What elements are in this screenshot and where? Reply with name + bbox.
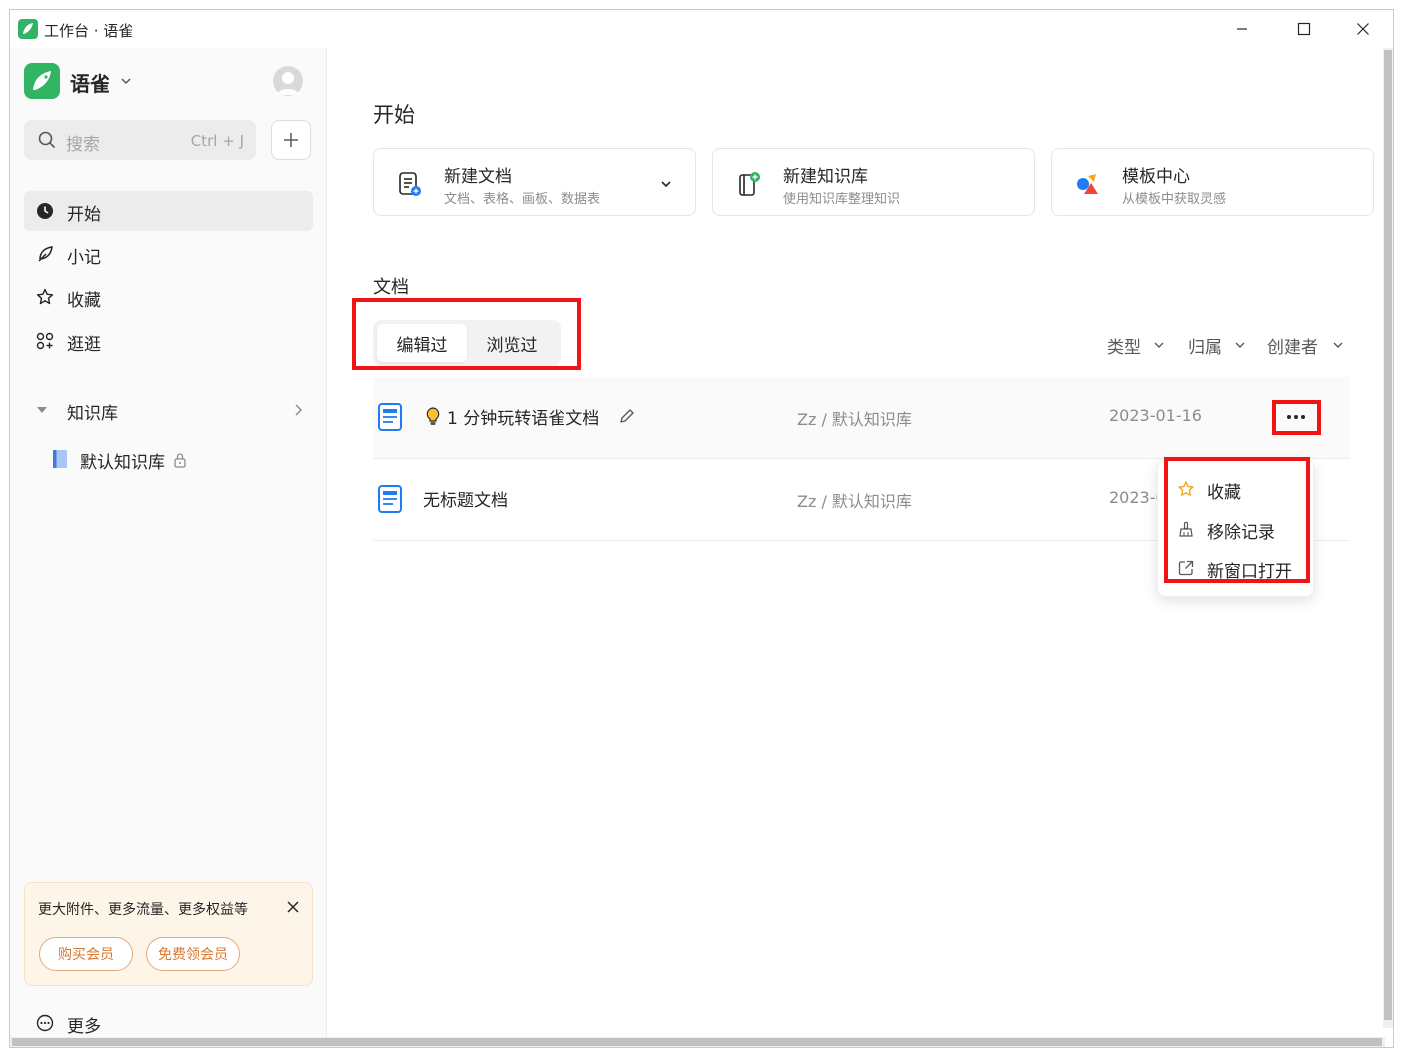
filter-label: 创建者 <box>1267 338 1318 358</box>
book-icon <box>53 450 67 468</box>
filter-type[interactable]: 类型 <box>1107 333 1164 358</box>
filter-owner[interactable]: 归属 <box>1188 333 1245 358</box>
brand-name[interactable]: 语雀 <box>70 68 110 97</box>
highlight-box-tabs <box>352 298 581 370</box>
template-icon <box>1077 174 1098 194</box>
maximize-button[interactable] <box>1275 10 1333 48</box>
chevron-down-icon[interactable] <box>119 74 133 88</box>
doc-title[interactable]: 1 分钟玩转语雀文档 <box>447 404 599 429</box>
horizontal-scrollbar[interactable] <box>10 1037 1385 1047</box>
doc-date: 2023-01-16 <box>1109 406 1202 425</box>
card-title: 新建知识库 <box>783 167 868 187</box>
chevron-down-icon <box>1333 342 1343 348</box>
filter-label: 归属 <box>1188 338 1222 358</box>
knowledge-base-header[interactable]: 知识库 <box>24 390 313 430</box>
knowledge-base-name: 默认知识库 <box>80 453 165 473</box>
doc-path: Zz / 默认知识库 <box>797 492 912 511</box>
docs-section-title: 文档 <box>373 277 409 298</box>
chevron-down-icon <box>1235 342 1245 348</box>
card-title: 新建文档 <box>444 167 512 187</box>
promo-text: 更大附件、更多流量、更多权益等 <box>38 902 248 918</box>
more-label: 更多 <box>67 1017 101 1037</box>
lightbulb-icon <box>426 407 440 425</box>
knowledge-base-item[interactable]: 默认知识库 <box>50 440 313 476</box>
card-desc: 从模板中获取灵感 <box>1122 192 1227 207</box>
maximize-icon <box>1297 22 1311 36</box>
close-icon <box>1357 23 1369 35</box>
sidebar-item-favorites[interactable]: 收藏 <box>24 277 313 317</box>
minimize-button[interactable] <box>1213 10 1271 48</box>
sidebar-item-start[interactable]: 开始 <box>24 191 313 231</box>
plus-icon <box>284 133 298 147</box>
sidebar-item-label: 逛逛 <box>67 335 101 355</box>
sidebar-item-notes[interactable]: 小记 <box>24 234 313 274</box>
pencil-icon[interactable] <box>618 408 635 425</box>
add-button[interactable] <box>271 120 311 160</box>
minimize-icon <box>1237 28 1247 30</box>
filter-creator[interactable]: 创建者 <box>1267 333 1343 358</box>
app-window: 工作台 · 语雀 语雀 搜索 Ctrl + J 开始 小记 收藏 逛逛 知识库 … <box>9 9 1394 1048</box>
search-placeholder: 搜索 <box>66 135 100 155</box>
avatar[interactable] <box>273 66 303 96</box>
chevron-right-icon[interactable] <box>291 403 305 417</box>
membership-promo: 更大附件、更多流量、更多权益等 购买会员 免费领会员 <box>24 882 313 986</box>
filter-label: 类型 <box>1107 338 1141 358</box>
new-doc-card[interactable]: 新建文档 文档、表格、画板、数据表 <box>373 148 696 216</box>
more-circle-icon <box>36 1014 54 1032</box>
scrollbar-thumb[interactable] <box>12 1038 1382 1046</box>
card-desc: 使用知识库整理知识 <box>783 192 901 207</box>
doc-title[interactable]: 无标题文档 <box>423 486 508 511</box>
feather-icon <box>38 246 53 262</box>
highlight-box-menu <box>1164 457 1310 583</box>
sidebar-item-label: 小记 <box>67 248 101 268</box>
title-bar: 工作台 · 语雀 <box>10 10 1393 48</box>
scrollbar-thumb[interactable] <box>1384 50 1392 1020</box>
free-membership-button[interactable]: 免费领会员 <box>146 937 240 971</box>
buy-membership-button[interactable]: 购买会员 <box>39 937 133 971</box>
new-kb-card[interactable]: 新建知识库 使用知识库整理知识 <box>712 148 1035 216</box>
close-window-button[interactable] <box>1334 10 1392 48</box>
sidebar: 语雀 搜索 Ctrl + J 开始 小记 收藏 逛逛 知识库 默认知识库 更大附… <box>10 48 327 1047</box>
lock-icon <box>174 453 186 468</box>
grid-icon <box>36 332 54 350</box>
sidebar-item-label: 收藏 <box>67 291 101 311</box>
sidebar-item-label: 开始 <box>67 205 101 225</box>
page-title: 开始 <box>373 103 415 127</box>
document-icon <box>378 403 402 431</box>
highlight-box-more <box>1272 400 1321 435</box>
search-input[interactable]: 搜索 Ctrl + J <box>24 120 256 160</box>
chevron-down-icon[interactable] <box>659 177 673 191</box>
card-desc: 文档、表格、画板、数据表 <box>444 192 601 207</box>
clock-icon <box>37 203 53 219</box>
window-title: 工作台 · 语雀 <box>44 22 134 40</box>
yuque-logo-icon[interactable] <box>24 63 60 99</box>
new-kb-icon <box>739 172 760 196</box>
table-row[interactable]: 1 分钟玩转语雀文档 Zz / 默认知识库 2023-01-16 <box>373 377 1350 459</box>
close-icon[interactable] <box>286 900 300 914</box>
doc-path: Zz / 默认知识库 <box>797 410 912 429</box>
document-icon <box>378 485 402 513</box>
knowledge-base-label: 知识库 <box>67 404 118 424</box>
caret-down-icon[interactable] <box>36 405 48 415</box>
star-icon <box>36 288 54 305</box>
card-title: 模板中心 <box>1122 167 1190 187</box>
search-icon <box>38 131 56 149</box>
vertical-scrollbar[interactable] <box>1383 48 1393 1028</box>
new-doc-icon <box>399 172 421 196</box>
chevron-down-icon <box>1154 342 1164 348</box>
app-logo-icon <box>18 19 38 39</box>
search-shortcut: Ctrl + J <box>190 132 244 150</box>
sidebar-item-explore[interactable]: 逛逛 <box>24 321 313 361</box>
template-center-card[interactable]: 模板中心 从模板中获取灵感 <box>1051 148 1374 216</box>
